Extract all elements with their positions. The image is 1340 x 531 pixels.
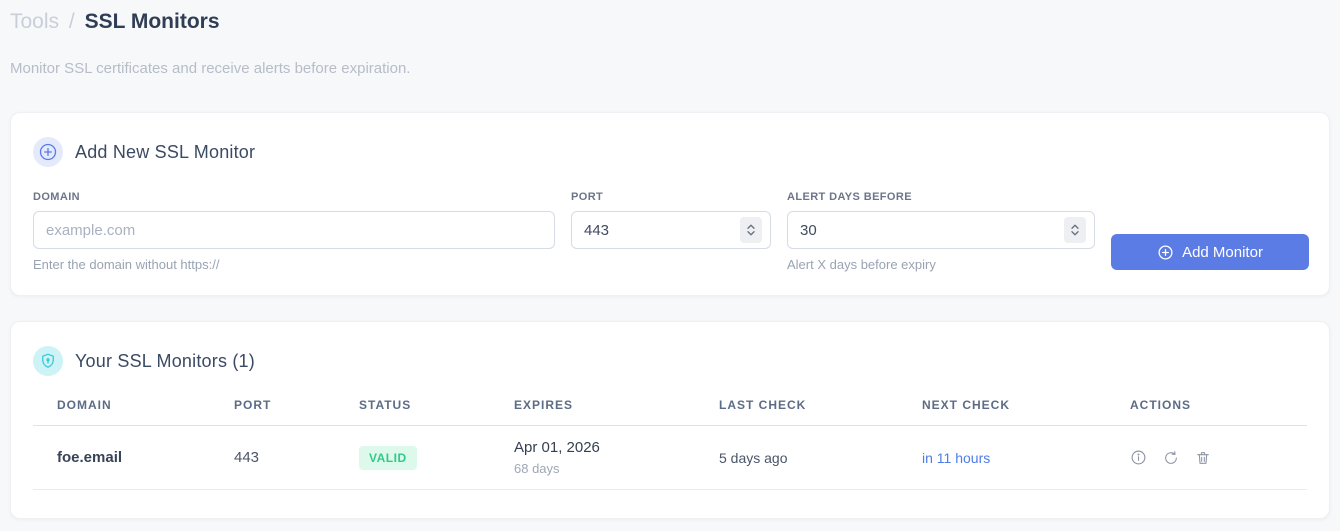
col-header-domain: DOMAIN — [57, 398, 112, 412]
delete-button[interactable] — [1195, 450, 1211, 466]
refresh-icon — [1163, 450, 1179, 466]
alert-days-stepper[interactable] — [1064, 217, 1086, 243]
col-header-actions: ACTIONS — [1130, 398, 1191, 412]
cell-actions — [1106, 449, 1307, 466]
port-stepper[interactable] — [740, 217, 762, 243]
status-badge: VALID — [359, 445, 417, 470]
port-field-group: PORT — [571, 191, 771, 249]
add-monitor-button-label: Add Monitor — [1182, 243, 1263, 261]
add-monitor-card: Add New SSL Monitor DOMAIN Enter the dom… — [10, 112, 1330, 296]
cell-domain: foe.email — [57, 449, 123, 466]
cell-status: VALID — [335, 445, 490, 470]
table-header-row: DOMAIN PORT STATUS EXPIRES LAST CHECK NE… — [33, 390, 1307, 426]
add-monitor-card-header: Add New SSL Monitor — [33, 137, 1307, 167]
info-icon — [1130, 449, 1147, 466]
add-monitor-button[interactable]: Add Monitor — [1111, 234, 1309, 270]
port-input-wrap — [571, 211, 771, 249]
cell-next-check: in 11 hours — [922, 449, 991, 466]
domain-input[interactable] — [34, 212, 554, 248]
domain-field-group: DOMAIN Enter the domain without https:// — [33, 191, 555, 272]
domain-input-wrap — [33, 211, 555, 249]
page-subtitle: Monitor SSL certificates and receive ale… — [10, 60, 411, 77]
col-header-port: PORT — [234, 398, 272, 412]
cell-last-check: 5 days ago — [719, 449, 788, 466]
cell-port: 443 — [234, 449, 260, 466]
domain-label: DOMAIN — [33, 191, 81, 203]
alert-days-field-group: ALERT DAYS BEFORE Alert X days before ex… — [787, 191, 1095, 272]
alert-days-input-wrap — [787, 211, 1095, 249]
monitors-card-header: Your SSL Monitors (1) — [33, 346, 1307, 376]
alert-days-label: ALERT DAYS BEFORE — [787, 191, 912, 203]
col-header-status: STATUS — [359, 398, 412, 412]
port-label: PORT — [571, 191, 604, 203]
col-header-last-check: LAST CHECK — [719, 398, 807, 412]
cell-expires: Apr 01, 2026 68 days — [490, 439, 695, 476]
expires-days-remaining: 68 days — [514, 461, 560, 476]
monitors-list-card: Your SSL Monitors (1) DOMAIN PORT STATUS… — [10, 321, 1330, 519]
alert-days-helper-text: Alert X days before expiry — [787, 257, 936, 272]
table-row: foe.email 443 VALID Apr 01, 2026 68 days… — [33, 426, 1307, 490]
trash-icon — [1195, 450, 1211, 466]
monitors-table: DOMAIN PORT STATUS EXPIRES LAST CHECK NE… — [33, 390, 1307, 490]
expires-date: Apr 01, 2026 — [514, 439, 600, 456]
page-title: SSL Monitors — [84, 10, 220, 33]
monitors-card-title: Your SSL Monitors (1) — [75, 350, 255, 371]
col-header-expires: EXPIRES — [514, 398, 574, 412]
plus-circle-icon — [1157, 244, 1174, 261]
breadcrumb-tools-link[interactable]: Tools — [10, 10, 59, 33]
submit-column: Add Monitor — [1111, 191, 1309, 270]
domain-helper-text: Enter the domain without https:// — [33, 257, 220, 272]
breadcrumb: Tools / SSL Monitors — [10, 8, 1330, 35]
alert-days-input[interactable] — [788, 212, 1094, 248]
col-header-next-check: NEXT CHECK — [922, 398, 1011, 412]
shield-icon — [33, 346, 63, 376]
ssl-monitors-page: Tools / SSL Monitors Monitor SSL certifi… — [0, 0, 1340, 519]
refresh-button[interactable] — [1163, 450, 1179, 466]
info-button[interactable] — [1130, 449, 1147, 466]
add-monitor-card-title: Add New SSL Monitor — [75, 141, 256, 162]
plus-circle-icon — [33, 137, 63, 167]
add-monitor-form: DOMAIN Enter the domain without https://… — [33, 191, 1309, 272]
breadcrumb-separator: / — [68, 10, 75, 33]
